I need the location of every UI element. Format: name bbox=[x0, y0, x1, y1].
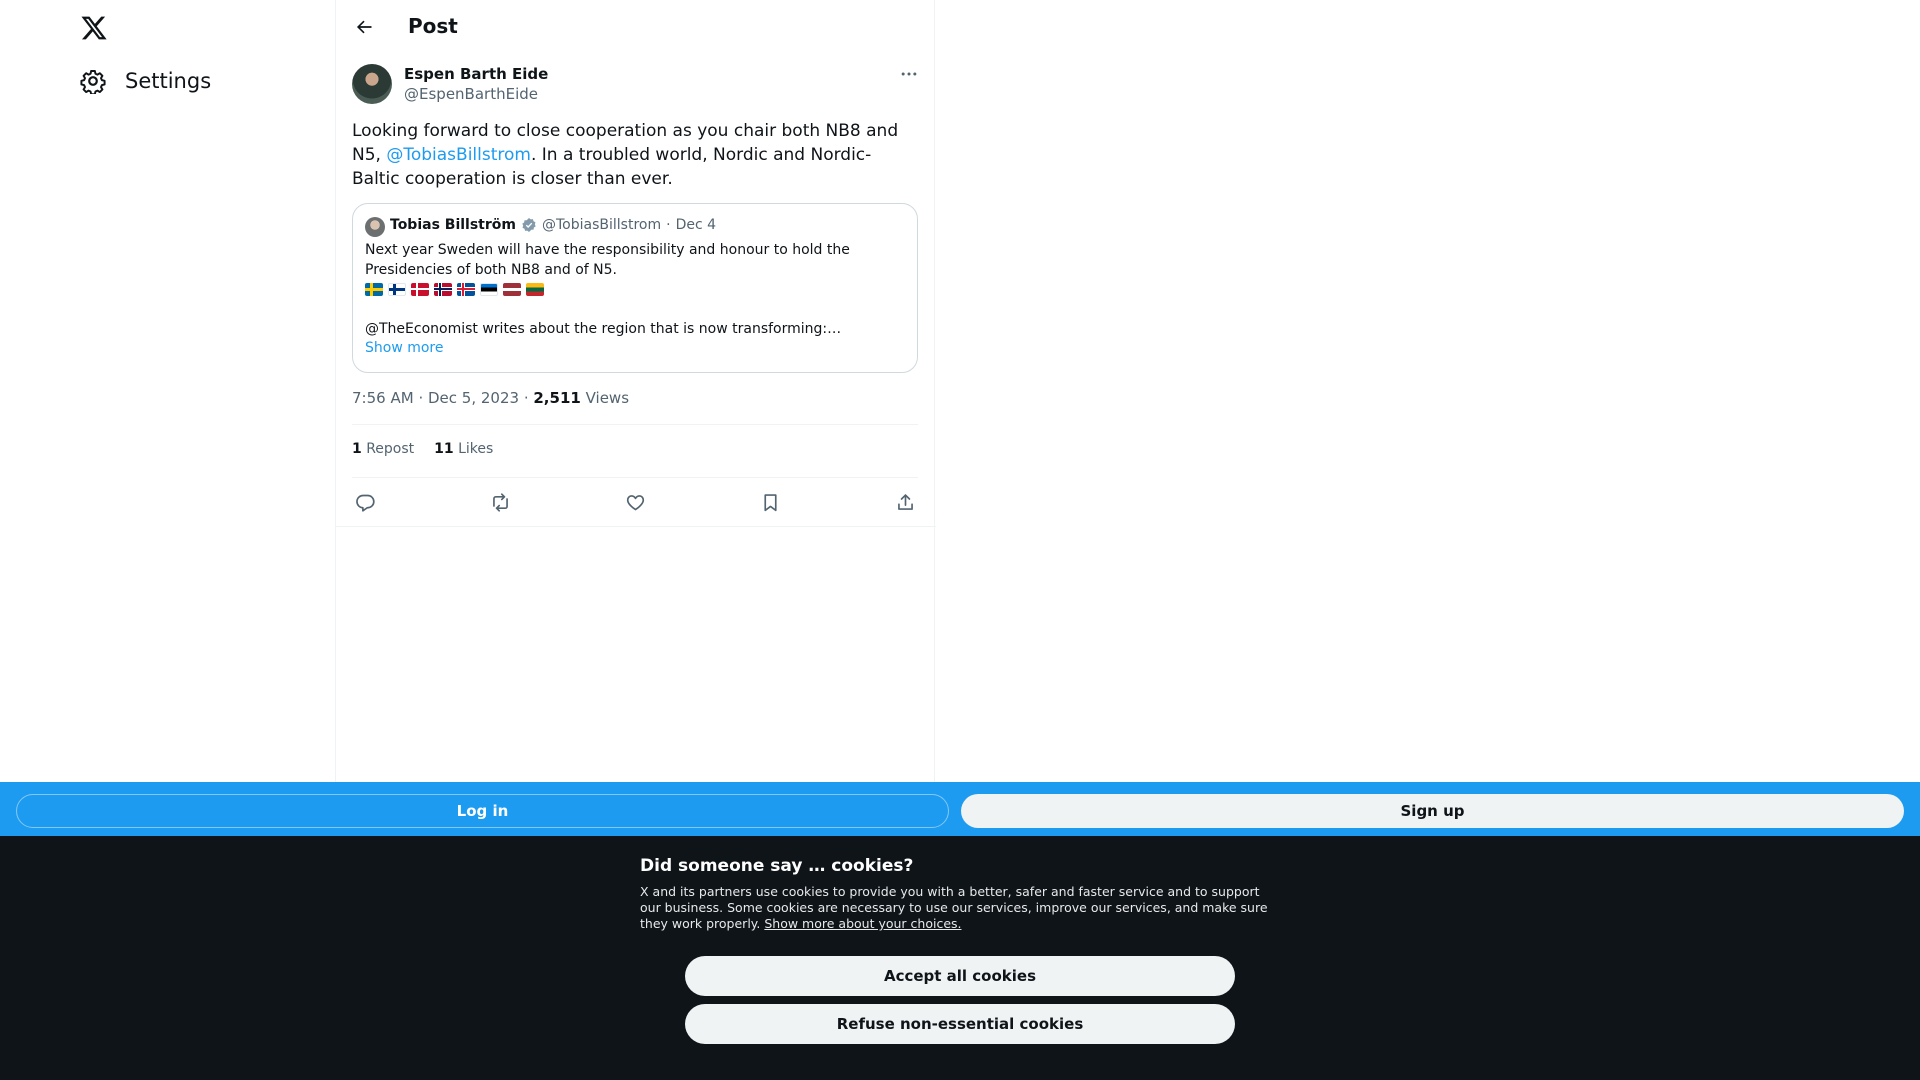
flag-denmark-icon bbox=[411, 283, 429, 296]
author-handle[interactable]: @EspenBarthEide bbox=[404, 85, 538, 103]
show-more-link[interactable]: Show more bbox=[365, 340, 444, 356]
post-header: Post bbox=[336, 0, 936, 53]
author-name[interactable]: Espen Barth Eide bbox=[404, 65, 548, 83]
bookmark-icon[interactable] bbox=[758, 490, 782, 514]
likes-count: 11 bbox=[434, 441, 454, 457]
gear-icon bbox=[80, 68, 106, 94]
views-count: 2,511 bbox=[533, 389, 581, 407]
quoted-post-header: Tobias Billström @TobiasBillstrom · Dec … bbox=[390, 217, 716, 233]
cookie-title: Did someone say … cookies? bbox=[640, 856, 914, 876]
share-icon[interactable] bbox=[893, 490, 917, 514]
likes-stat[interactable]: 11 Likes bbox=[434, 441, 493, 457]
separator-dot: · bbox=[666, 217, 671, 233]
post-date[interactable]: Dec 5, 2023 bbox=[428, 389, 519, 407]
back-arrow-icon[interactable] bbox=[350, 13, 378, 41]
quoted-author-name: Tobias Billström bbox=[390, 217, 516, 233]
flag-lithuania-icon bbox=[526, 283, 544, 296]
divider bbox=[352, 477, 918, 478]
auth-bar: Log in Sign up bbox=[0, 782, 1920, 836]
nav-settings-link[interactable]: Settings bbox=[80, 68, 211, 94]
quoted-post-text: Next year Sweden will have the responsib… bbox=[365, 242, 850, 278]
divider bbox=[352, 424, 918, 425]
repost-icon[interactable] bbox=[488, 490, 512, 514]
reposts-count: 1 bbox=[352, 441, 362, 457]
views-label: Views bbox=[585, 389, 630, 407]
refuse-cookies-button[interactable]: Refuse non-essential cookies bbox=[685, 1004, 1235, 1044]
flag-norway-icon bbox=[434, 283, 452, 296]
signup-button[interactable]: Sign up bbox=[961, 794, 1904, 828]
more-options-icon[interactable] bbox=[897, 64, 921, 84]
cookie-body: X and its partners use cookies to provid… bbox=[640, 884, 1270, 932]
reposts-label: Repost bbox=[366, 441, 415, 457]
nav-settings-label: Settings bbox=[125, 69, 212, 93]
quoted-post-date: Dec 4 bbox=[675, 217, 717, 233]
post-column: Post Espen Barth Eide @EspenBarthEide Lo… bbox=[335, 0, 936, 782]
quoted-author-handle: @TobiasBillstrom bbox=[542, 217, 662, 233]
post-text: Looking forward to close cooperation as … bbox=[352, 119, 917, 191]
quoted-author-avatar bbox=[365, 217, 385, 237]
x-logo-icon[interactable] bbox=[80, 14, 108, 42]
post-metadata: 7:56 AM · Dec 5, 2023 · 2,511 Views bbox=[352, 389, 630, 407]
quoted-post-text-continued: @TheEconomist writes about the region th… bbox=[365, 321, 842, 337]
flag-latvia-icon bbox=[503, 283, 521, 296]
flag-finland-icon bbox=[388, 283, 406, 296]
login-button[interactable]: Log in bbox=[16, 794, 949, 828]
flag-estonia-icon bbox=[480, 283, 498, 296]
accept-cookies-button[interactable]: Accept all cookies bbox=[685, 956, 1235, 996]
reply-icon[interactable] bbox=[353, 490, 377, 514]
flag-sweden-icon bbox=[365, 283, 383, 296]
divider bbox=[336, 526, 936, 527]
cookie-choices-link[interactable]: Show more about your choices. bbox=[764, 916, 961, 931]
cookie-banner: Did someone say … cookies? X and its par… bbox=[0, 836, 1920, 1080]
left-nav: Settings bbox=[0, 0, 335, 782]
post-time[interactable]: 7:56 AM bbox=[352, 389, 414, 407]
action-bar bbox=[352, 488, 918, 516]
mention-link[interactable]: @TobiasBillstrom bbox=[386, 145, 531, 165]
author-avatar[interactable] bbox=[352, 64, 392, 104]
flag-row bbox=[365, 283, 544, 296]
page-title: Post bbox=[408, 14, 458, 38]
engagement-stats: 1 Repost 11 Likes bbox=[352, 441, 493, 457]
quoted-post[interactable]: Tobias Billström @TobiasBillstrom · Dec … bbox=[352, 203, 918, 373]
likes-label: Likes bbox=[458, 441, 494, 457]
reposts-stat[interactable]: 1 Repost bbox=[352, 441, 414, 457]
flag-iceland-icon bbox=[457, 283, 475, 296]
like-heart-icon[interactable] bbox=[623, 490, 647, 514]
verified-badge-icon bbox=[521, 217, 537, 233]
